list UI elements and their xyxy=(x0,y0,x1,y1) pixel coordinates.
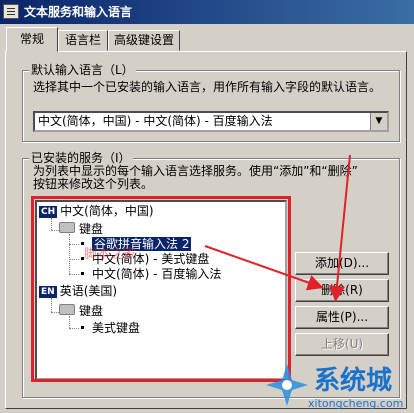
tree-keyboard-english[interactable]: 键盘 xyxy=(59,304,103,318)
title-bar: 文本服务和输入语言 xyxy=(0,0,414,24)
chevron-down-icon[interactable]: ▼ xyxy=(370,113,387,130)
properties-button[interactable]: 属性(P)... xyxy=(295,306,389,329)
default-language-label: 默认输入语言（L） xyxy=(29,63,136,77)
window-title: 文本服务和输入语言 xyxy=(24,5,133,19)
tree-line xyxy=(69,244,79,245)
language-badge-icon: CH xyxy=(39,206,58,218)
logo-url: xitongcheng.com xyxy=(308,397,404,410)
default-language-value: 中文(简体，中国) - 中文(简体) - 百度输入法 xyxy=(38,114,273,128)
default-language-select[interactable]: 中文(简体，中国) - 中文(简体) - 百度输入法 ▼ xyxy=(33,111,389,132)
tree-line xyxy=(51,230,59,231)
tree-line xyxy=(69,259,79,260)
tree-line xyxy=(51,218,52,230)
tab-advanced-key-settings[interactable]: 高级键设置 xyxy=(108,30,180,51)
tree-keyboard-label: 键盘 xyxy=(79,304,104,318)
remove-button[interactable]: 删除(R) xyxy=(295,279,389,302)
tree-line xyxy=(51,298,52,312)
tree-service-item[interactable]: 美式键盘 xyxy=(81,321,140,335)
bullet-icon xyxy=(81,326,84,329)
tree-line xyxy=(51,312,59,313)
site-logo-watermark: 系统城 xitongcheng.com xyxy=(262,358,414,413)
tab-general[interactable]: 常规 xyxy=(6,27,58,52)
tree-keyboard-label: 键盘 xyxy=(79,222,104,236)
tree-line xyxy=(69,234,70,274)
tree-language-chinese[interactable]: CH 中文(简体，中国) xyxy=(39,204,154,218)
tree-language-label: 英语(美国) xyxy=(59,284,118,298)
installed-services-description-2: 按钮来修改这个列表。 xyxy=(33,177,154,191)
window-icon xyxy=(3,4,19,19)
tab-language-bar[interactable]: 语言栏 xyxy=(58,30,108,51)
installed-services-tree[interactable]: CH 中文(简体，中国) 键盘 谷歌拼音输入法 2 中文(简体) - 美式键盘 中… xyxy=(35,200,287,380)
move-up-button[interactable]: 上移(U) xyxy=(295,333,389,356)
logo-icon xyxy=(266,364,308,406)
keyboard-icon xyxy=(59,304,75,315)
tree-line xyxy=(69,328,79,329)
tree-line xyxy=(69,274,79,275)
tree-service-item[interactable]: 中文(简体) - 百度输入法 xyxy=(81,267,221,281)
keyboard-icon xyxy=(59,222,75,233)
logo-text: 系统城 xyxy=(314,366,393,396)
bullet-icon xyxy=(81,272,84,275)
tree-service-label: 中文(简体) - 百度输入法 xyxy=(92,267,222,281)
installed-services-label: 已安装的服务（I） xyxy=(29,151,133,165)
default-language-description: 选择其中一个已安装的输入语言，用作所有输入字段的默认语言。 xyxy=(33,80,382,94)
tree-keyboard-chinese[interactable]: 键盘 xyxy=(59,222,103,236)
add-button[interactable]: 添加(D)... xyxy=(295,252,389,275)
language-badge-icon: EN xyxy=(39,286,57,298)
overlay-watermark-text: 脚本之家 xyxy=(84,247,137,262)
tree-language-english[interactable]: EN 英语(美国) xyxy=(39,284,117,298)
tree-service-label: 美式键盘 xyxy=(92,321,141,335)
tree-language-label: 中文(简体，中国) xyxy=(60,204,154,218)
